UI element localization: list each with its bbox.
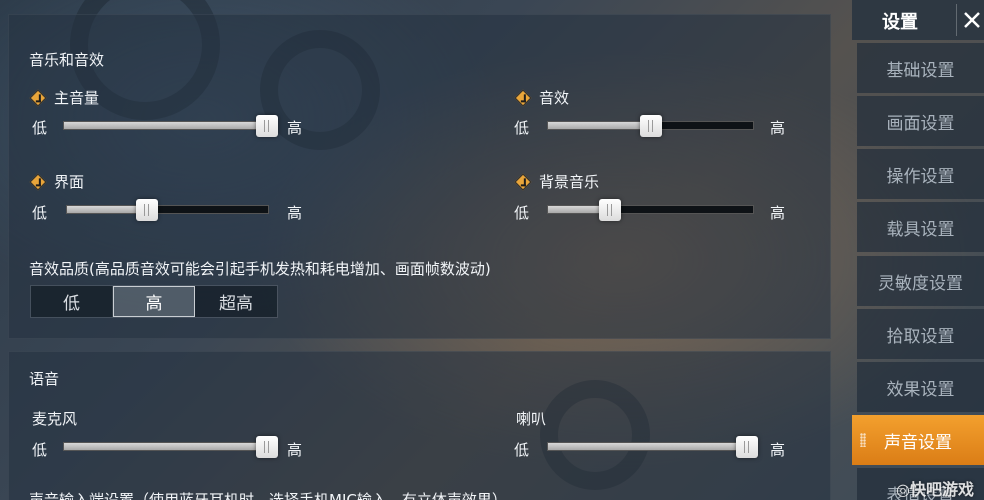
- voice-settings-panel: 语音 麦克风 低 高 喇叭 低 高 声音输入端设置（使用蓝牙耳机时，选择手机MI…: [8, 351, 831, 500]
- speaker-slider[interactable]: [547, 436, 758, 458]
- slider-fill: [548, 443, 747, 450]
- microphone-slider[interactable]: [63, 436, 278, 458]
- nav-item-controls[interactable]: 操作设置: [857, 149, 984, 199]
- slider-handle[interactable]: [256, 436, 278, 458]
- slider-low-label: 低: [514, 204, 530, 222]
- slider-high-label: 高: [287, 441, 303, 459]
- interface-sound-label[interactable]: 界面: [29, 171, 84, 192]
- enable-toggle-icon[interactable]: [29, 89, 47, 106]
- nav-item-effects[interactable]: 效果设置: [857, 362, 984, 412]
- master-volume-label[interactable]: 主音量: [29, 87, 99, 108]
- nav-item-basic[interactable]: 基础设置: [857, 43, 984, 93]
- slider-handle[interactable]: [598, 199, 621, 221]
- nav-title: 设置: [882, 12, 918, 33]
- slider-high-label: 高: [770, 441, 786, 459]
- slider-handle[interactable]: [639, 115, 662, 137]
- slider-handle[interactable]: [256, 115, 278, 137]
- nav-item-vehicle[interactable]: 载具设置: [857, 202, 984, 252]
- close-button[interactable]: [956, 4, 984, 36]
- background-music-slider[interactable]: [547, 199, 754, 221]
- slider-low-label: 低: [514, 441, 530, 459]
- quality-option-low[interactable]: 低: [31, 286, 113, 317]
- slider-high-label: 高: [287, 119, 303, 137]
- slider-handle[interactable]: [736, 436, 758, 458]
- section-title-audio: 音乐和音效: [29, 51, 105, 69]
- slider-handle[interactable]: [136, 199, 159, 221]
- nav-item-sound[interactable]: 声音设置: [852, 415, 984, 465]
- nav-item-graphics[interactable]: 画面设置: [857, 96, 984, 146]
- sound-effects-slider[interactable]: [547, 115, 754, 137]
- slider-high-label: 高: [287, 204, 303, 222]
- slider-fill: [67, 206, 148, 213]
- watermark-logo: ◎快吧游戏: [896, 480, 974, 499]
- slider-low-label: 低: [32, 119, 48, 137]
- sound-quality-selector: 低 高 超高: [30, 285, 278, 318]
- grip-icon: [860, 433, 866, 447]
- sound-quality-label: 音效品质(高品质音效可能会引起手机发热和耗电增加、画面帧数波动): [29, 260, 491, 278]
- enable-toggle-icon[interactable]: [514, 173, 532, 190]
- enable-toggle-icon[interactable]: [514, 89, 532, 106]
- slider-high-label: 高: [770, 204, 786, 222]
- nav-item-pickup[interactable]: 拾取设置: [857, 309, 984, 359]
- background-music-label[interactable]: 背景音乐: [514, 171, 599, 192]
- slider-fill: [548, 122, 651, 129]
- interface-sound-slider[interactable]: [66, 199, 269, 221]
- nav-item-sensitivity[interactable]: 灵敏度设置: [857, 256, 984, 306]
- slider-low-label: 低: [32, 441, 48, 459]
- voice-input-setting-label: 声音输入端设置（使用蓝牙耳机时，选择手机MIC输入，有立体声效果）: [29, 491, 507, 500]
- slider-high-label: 高: [770, 119, 786, 137]
- microphone-label: 麦克风: [32, 410, 78, 428]
- settings-nav: 设置 基础设置 画面设置 操作设置 载具设置 灵敏度设置 拾取设置 效果设置 声…: [852, 0, 984, 500]
- enable-toggle-icon[interactable]: [29, 173, 47, 190]
- nav-header: 设置: [852, 0, 984, 40]
- quality-option-high[interactable]: 高: [113, 286, 195, 317]
- slider-low-label: 低: [32, 204, 48, 222]
- sound-effects-label[interactable]: 音效: [514, 87, 569, 108]
- slider-fill: [64, 122, 267, 129]
- section-title-voice: 语音: [29, 370, 60, 388]
- speaker-label: 喇叭: [516, 410, 547, 428]
- quality-option-ultra[interactable]: 超高: [195, 286, 277, 317]
- master-volume-slider[interactable]: [63, 115, 278, 137]
- slider-low-label: 低: [514, 119, 530, 137]
- close-icon: [963, 12, 980, 28]
- slider-fill: [64, 443, 267, 450]
